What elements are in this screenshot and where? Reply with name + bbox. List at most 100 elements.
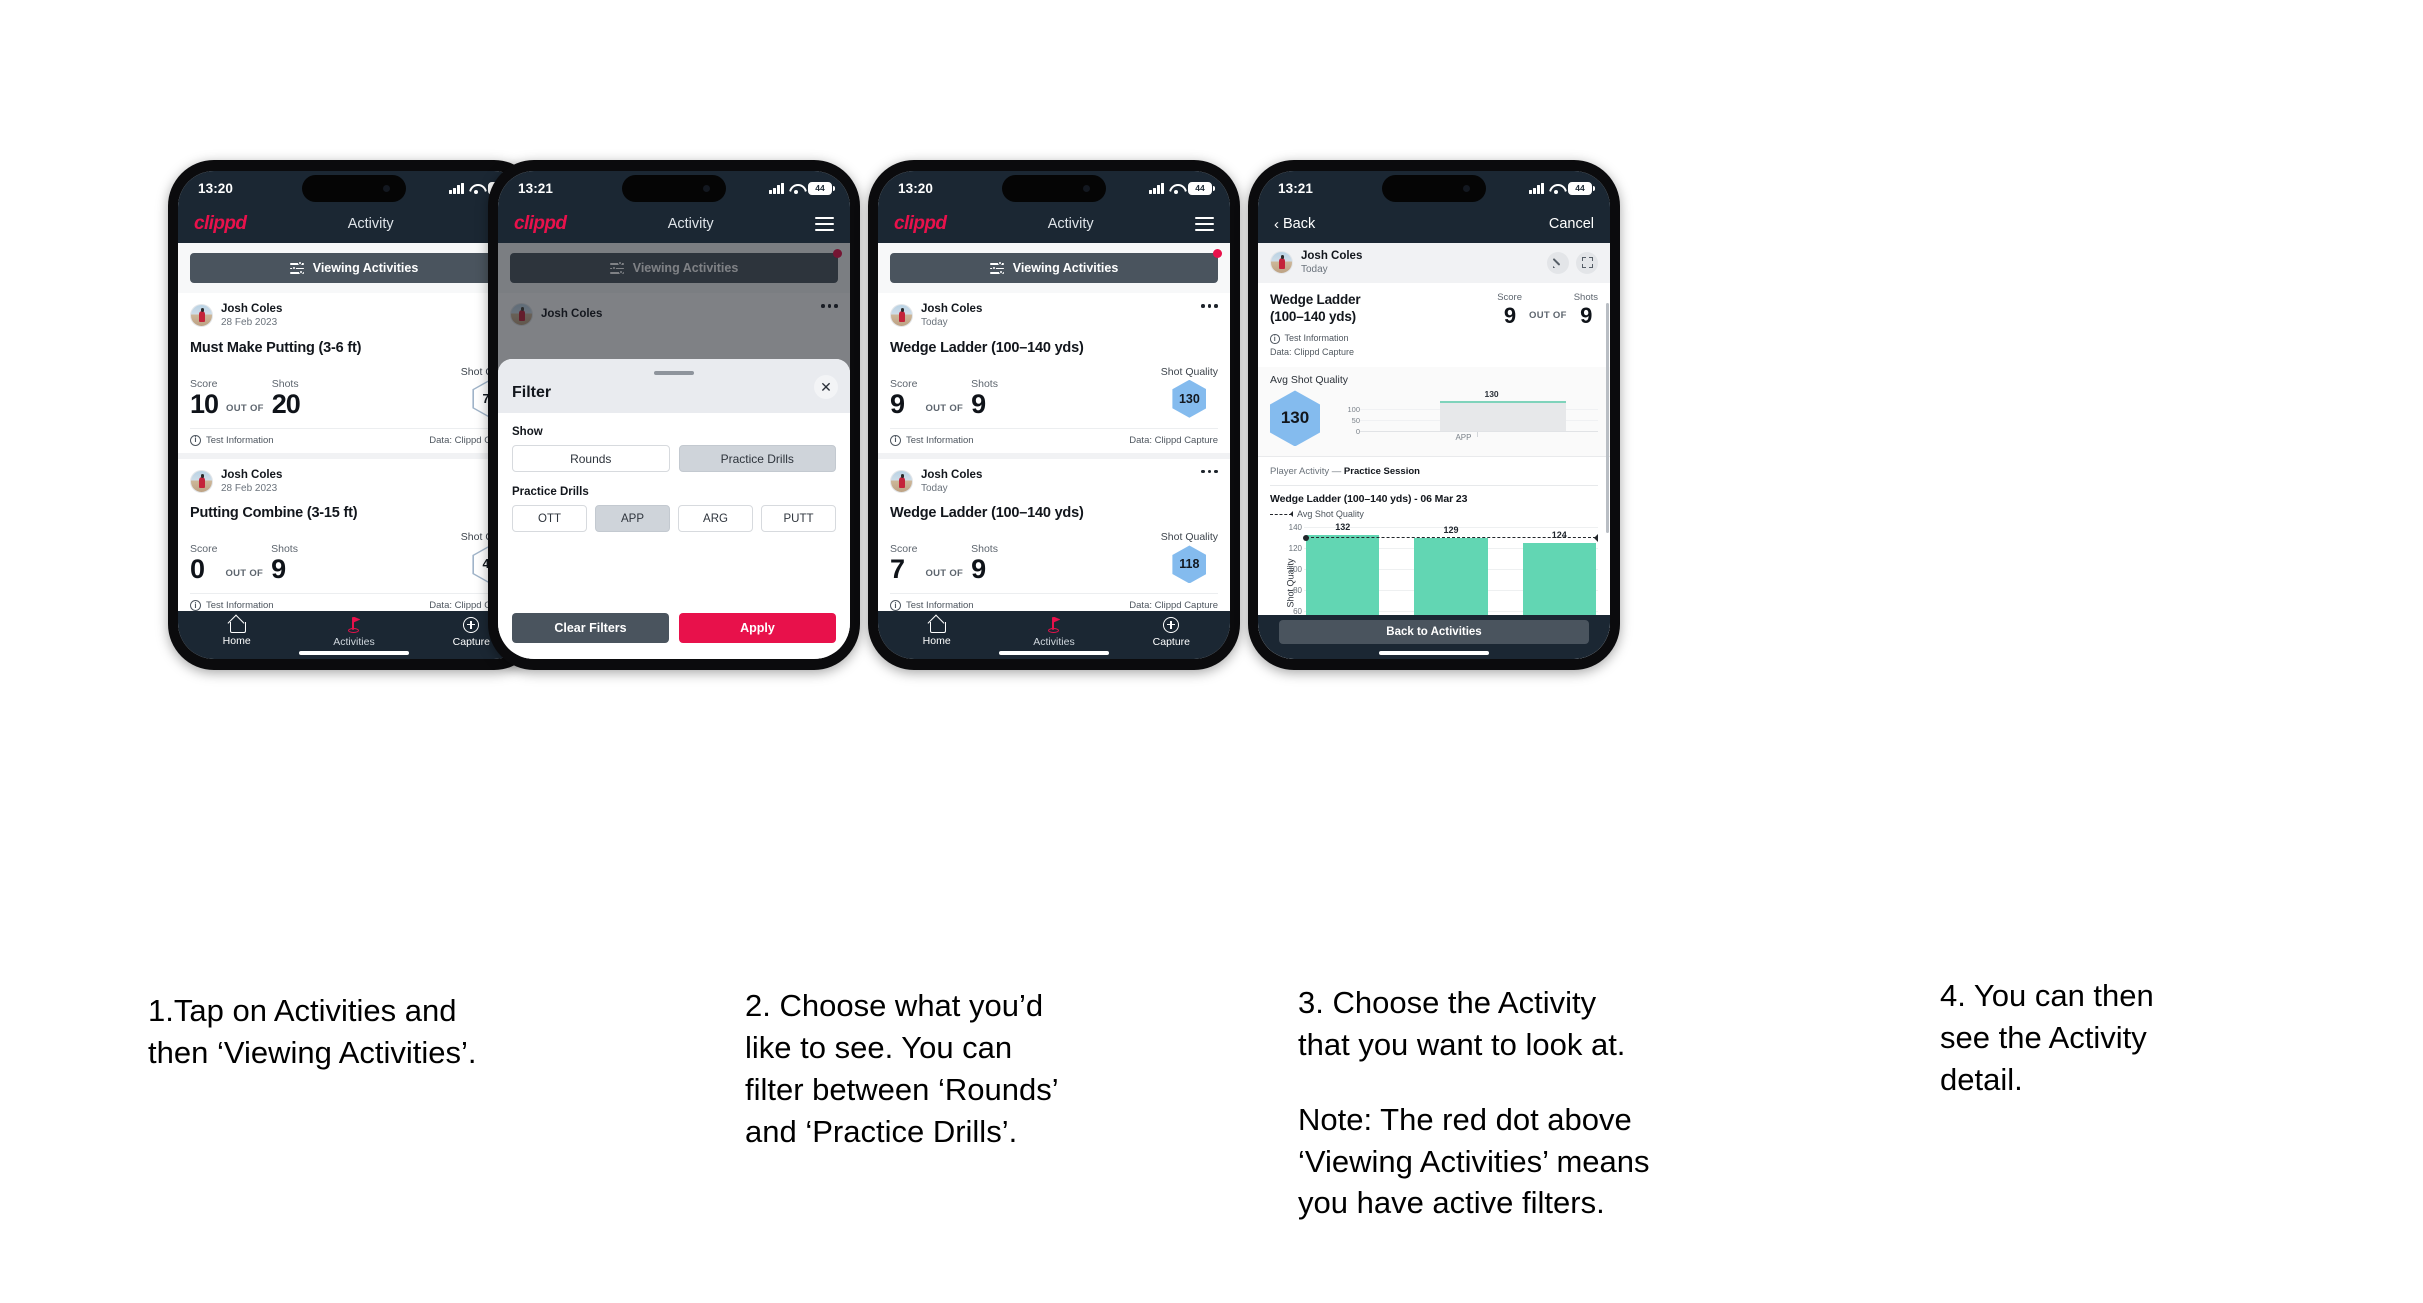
score-value: 7	[890, 554, 905, 585]
score-block: Score 9	[890, 378, 917, 418]
apply-button[interactable]: Apply	[679, 613, 836, 643]
app-bar: clippd Activity	[878, 205, 1230, 243]
back-to-activities-button[interactable]: Back to Activities	[1279, 620, 1589, 644]
golf-flag-icon	[346, 616, 362, 633]
activity-date: Today	[921, 482, 948, 494]
more-options-icon[interactable]	[1201, 469, 1218, 474]
ytick-80: 80	[1293, 586, 1302, 596]
back-to-activities-bar: Back to Activities	[1258, 615, 1610, 659]
plus-circle-icon	[1163, 616, 1180, 633]
activity-card[interactable]: Josh Coles 28 Feb 2023 Putting Combine (…	[178, 458, 530, 611]
caption-2-line-3: filter between ‘Rounds’	[745, 1071, 1059, 1107]
nav-activities[interactable]: Activities	[995, 616, 1112, 648]
test-information[interactable]: i Test Information	[190, 434, 274, 446]
card-header: Josh Coles 28 Feb 2023	[190, 459, 518, 497]
player-activity-prefix: Player Activity —	[1270, 466, 1344, 478]
card-footer: i Test Information Data: Clippd Capture	[190, 593, 518, 611]
nav-activities[interactable]: Activities	[295, 616, 412, 648]
drill-option-arg[interactable]: ARG	[678, 505, 753, 532]
viewing-activities-button[interactable]: Viewing Activities	[190, 253, 518, 283]
viewing-activities-button[interactable]: Viewing Activities	[890, 253, 1218, 283]
avatar	[890, 304, 913, 328]
clear-filters-button[interactable]: Clear Filters	[512, 613, 669, 643]
caption-3-line-1: 3. Choose the Activity	[1298, 985, 1597, 1020]
activity-date: 28 Feb 2023	[221, 317, 278, 329]
home-indicator	[1379, 651, 1489, 655]
info-icon: i	[1270, 334, 1280, 344]
scrollbar[interactable]	[1606, 303, 1609, 533]
more-options-icon[interactable]	[1201, 304, 1218, 308]
test-information[interactable]: i Test Information	[890, 600, 974, 611]
card-footer: i Test Information Data: Clippd Capture	[190, 427, 518, 453]
activity-title: Wedge Ladder (100–140 yds)	[890, 505, 1084, 522]
card-footer: i Test Information Data: Clippd Capture	[890, 427, 1218, 453]
drill-option-app[interactable]: APP	[595, 505, 670, 532]
nav-home[interactable]: Home	[178, 617, 295, 647]
edit-button[interactable]	[1547, 251, 1569, 274]
mini-chart-bar-app	[1439, 401, 1567, 432]
test-information[interactable]: i Test Information	[1270, 332, 1360, 346]
out-of-label: OUT OF	[925, 568, 964, 580]
avatar	[190, 470, 213, 494]
test-information[interactable]: i Test Information	[190, 600, 274, 611]
nav-activities-label: Activities	[1033, 635, 1075, 648]
caption-4-line-3: detail.	[1940, 1061, 2023, 1097]
dynamic-island	[1002, 175, 1106, 202]
shots-value: 9	[1580, 302, 1592, 328]
user-name: Josh Coles	[921, 468, 983, 481]
out-of-label: OUT OF	[225, 568, 264, 580]
caption-4-line-1: 4. You can then	[1940, 978, 2154, 1013]
clippd-logo[interactable]: clippd	[194, 213, 247, 235]
data-source-label: Data: Clippd Capture	[1129, 434, 1218, 446]
activity-card[interactable]: Josh Coles Today Wedge Ladder (100–140 y…	[878, 293, 1230, 459]
chart-title: Wedge Ladder (100–140 yds) - 06 Mar 23	[1270, 493, 1468, 506]
menu-icon[interactable]	[814, 217, 834, 231]
shots-label: Shots	[271, 377, 299, 390]
score-value: 9	[890, 388, 905, 419]
shots-block: Shots 9	[971, 543, 998, 583]
test-information[interactable]: i Test Information	[890, 434, 974, 446]
close-icon[interactable]: ✕	[814, 375, 838, 399]
score-block: Score 0	[190, 543, 217, 583]
page-title: Activity	[667, 216, 714, 232]
activity-card[interactable]: Josh Coles Today Wedge Ladder (100–140 y…	[878, 458, 1230, 611]
phone3-screen: 13:20 44 clippd Activity Viewing Activit…	[878, 171, 1230, 659]
card-stats: Score 0 OUT OF Shots 9 Shot Quality 45	[190, 523, 518, 593]
drill-option-ott[interactable]: OTT	[512, 505, 587, 532]
drag-handle[interactable]	[654, 371, 694, 375]
nav-home[interactable]: Home	[878, 617, 995, 647]
shots-value: 9	[971, 388, 986, 419]
card-stats: Score 10 OUT OF Shots 20 Shot Quality 75	[190, 358, 518, 428]
nav-capture-label: Capture	[1152, 635, 1190, 648]
caption-2-line-2: like to see. You can	[745, 1029, 1013, 1065]
clippd-logo[interactable]: clippd	[894, 213, 947, 235]
activity-card[interactable]: Josh Coles 28 Feb 2023 Must Make Putting…	[178, 293, 530, 459]
score-block: Score 7	[890, 543, 917, 583]
score-value: 9	[1503, 302, 1516, 328]
status-indicators: 44	[1149, 181, 1215, 195]
clippd-logo[interactable]: clippd	[514, 213, 567, 235]
detail-scores: Score 9 OUT OF Shots 9	[1497, 292, 1598, 360]
show-option-rounds[interactable]: Rounds	[512, 445, 670, 472]
drill-option-putt[interactable]: PUTT	[761, 505, 836, 532]
caption-3-line-2: that you want to look at.	[1298, 1026, 1626, 1062]
home-icon	[229, 617, 246, 633]
info-icon: i	[190, 600, 201, 611]
avg-shot-quality-value: 130	[1280, 408, 1310, 428]
caption-step-2: 2. Choose what you’d like to see. You ca…	[745, 985, 1245, 1152]
shots-value: 9	[971, 554, 986, 585]
battery-level: 44	[1189, 182, 1211, 194]
fullscreen-button[interactable]	[1576, 251, 1598, 274]
menu-icon[interactable]	[1194, 217, 1214, 231]
detail-score-block: Score 9	[1497, 292, 1522, 328]
viewing-activities-label: Viewing Activities	[1012, 261, 1119, 275]
show-option-practice-drills[interactable]: Practice Drills	[678, 445, 836, 472]
back-button[interactable]: ‹ Back	[1274, 216, 1315, 233]
signal-icon	[1149, 182, 1164, 194]
active-filter-dot	[1213, 249, 1222, 258]
score-block: Score 10	[190, 378, 219, 418]
nav-capture[interactable]: Capture	[1113, 616, 1230, 648]
cancel-button[interactable]: Cancel	[1549, 216, 1594, 232]
show-group-label: Show	[512, 426, 543, 438]
battery-icon: 44	[1188, 181, 1215, 195]
